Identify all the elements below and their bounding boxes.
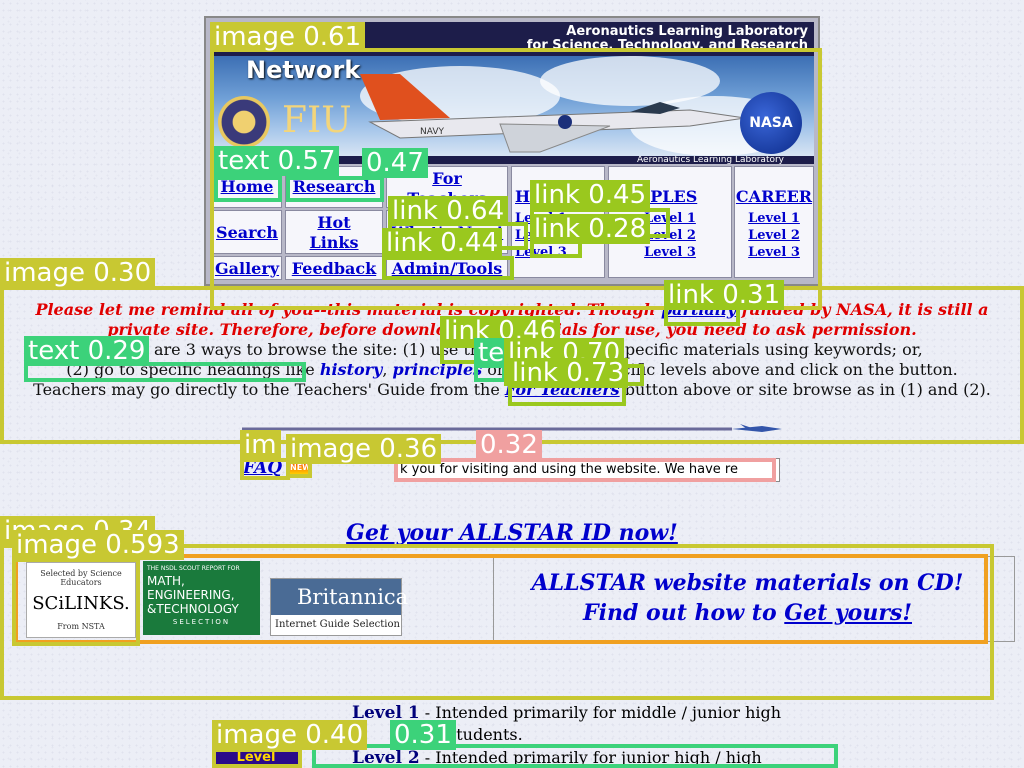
history-level2-link[interactable]: Level 2 xyxy=(515,227,604,244)
search-link[interactable]: search xyxy=(495,340,554,359)
banner-title-line1: Aeronautics Learning Laboratory xyxy=(566,24,808,39)
history-link[interactable]: history xyxy=(320,360,383,379)
nav-for-teachers-link[interactable]: For Teachers xyxy=(407,169,487,208)
nav-cell-home: Home xyxy=(212,166,282,208)
nav-cell-feedback: Feedback xyxy=(285,256,383,280)
nav-hot-links-line1: Hot xyxy=(317,213,351,232)
level1-continued: students. xyxy=(448,725,523,744)
browse-instructions: There are 3 ways to browse the site: (1)… xyxy=(33,340,991,399)
scilinks-top-text: Selected by Science Educators xyxy=(40,569,122,587)
principles-level2-link[interactable]: Level 2 xyxy=(609,227,731,244)
get-yours-link[interactable]: Get yours! xyxy=(784,600,912,626)
jet-plane-icon: NAVY xyxy=(360,74,746,153)
plane-label: NAVY xyxy=(420,127,444,137)
history-level3-link[interactable]: Level 3 xyxy=(515,244,604,261)
history-level1-link[interactable]: Level 1 xyxy=(515,210,604,227)
nav-career-link[interactable]: CAREER xyxy=(736,187,812,206)
banner-caption: Aeronautics Learning Laboratory xyxy=(210,156,814,164)
nav-for-teachers-line2: Teachers xyxy=(407,189,487,208)
nav-cell-hot-links: Hot Links xyxy=(285,210,383,254)
browse-line3-part2: button above or site browse as in (1) an… xyxy=(619,380,991,399)
browse-line1-part1: There are 3 ways to browse the site: (1)… xyxy=(101,340,495,359)
fiu-seal-icon xyxy=(218,96,270,148)
scilinks-bottom-text: From NSTA xyxy=(57,622,105,631)
allstar-id-link[interactable]: Get your ALLSTAR ID now! xyxy=(0,520,1024,546)
career-level1-link[interactable]: Level 1 xyxy=(735,210,813,227)
nsdl-top-text: THE NSDL SCOUT REPORT FOR xyxy=(147,565,240,572)
principles-link[interactable]: principles xyxy=(393,360,483,379)
browse-line1-part2: to find specific materials using keyword… xyxy=(554,340,923,359)
browse-line3-part1: Teachers may go directly to the Teachers… xyxy=(33,380,505,399)
career-level2-link[interactable]: Level 2 xyxy=(735,227,813,244)
career-level3-link[interactable]: Level 3 xyxy=(735,244,813,261)
level1-name: Level 1 xyxy=(352,703,420,723)
browse-line2-part2: or select the specific levels above and … xyxy=(482,360,958,379)
nav-gallery-link[interactable]: Gallery xyxy=(215,259,279,278)
levels-description: Level 1 - Intended primarily for middle … xyxy=(352,702,822,768)
scilinks-name: SCiLINKS. xyxy=(32,593,130,614)
copyright-warning-line2: private site. Therefore, before download… xyxy=(107,320,917,339)
nav-cell-whats-new: What's New! xyxy=(386,210,508,254)
nasa-logo: NASA xyxy=(740,92,802,154)
network-label: Network xyxy=(246,56,361,84)
browse-line2-part1: (2) go to specific headings like xyxy=(66,360,320,379)
nav-principles-link[interactable]: IPLES xyxy=(643,187,698,206)
nsdl-badge[interactable]: THE NSDL SCOUT REPORT FOR MATH, ENGINEER… xyxy=(143,561,260,635)
nav-cell-gallery: Gallery xyxy=(212,256,282,280)
britannica-subtitle: Internet Guide Selection xyxy=(275,619,400,630)
principles-level1-link[interactable]: Level 1 xyxy=(609,210,731,227)
nav-cell-history: H Level 1 Level 2 Level 3 xyxy=(511,166,605,278)
nav-research-link[interactable]: Research xyxy=(293,177,376,196)
nav-cell-career: CAREER Level 1 Level 2 Level 3 xyxy=(734,166,814,278)
nav-cell-principles: IPLES Level 1 Level 2 Level 3 xyxy=(608,166,732,278)
copyright-warning-part2: funded by NASA, it is still a xyxy=(736,300,989,319)
partially-link[interactable]: partially xyxy=(661,300,736,319)
copyright-warning: Please let me remind all of you--this ma… xyxy=(0,300,1024,340)
detection-tag: image 0.30 xyxy=(0,258,156,288)
nav-cell-for-teachers: For Teachers xyxy=(386,166,508,208)
nav-admin-tools-link[interactable]: Admin/Tools xyxy=(392,259,503,278)
fiu-logo: FIU xyxy=(282,100,352,141)
nav-cell-admin-tools: Admin/Tools xyxy=(386,256,508,280)
cd-promo: ALLSTAR website materials on CD! Find ou… xyxy=(500,568,995,628)
divider-plane-image xyxy=(242,424,782,432)
for-teachers-link[interactable]: For Teachers xyxy=(505,380,620,399)
britannica-badge[interactable]: Britannica Internet Guide Selection xyxy=(270,578,408,636)
detection-tag: 0.32 xyxy=(476,430,542,460)
detection-tag: image 0.40 xyxy=(212,720,368,750)
new-badge: NEW xyxy=(290,462,311,474)
nsdl-bottom-text: SELECTION xyxy=(172,618,231,626)
promo-divider xyxy=(493,556,494,642)
level-image: Level xyxy=(214,748,298,768)
nsdl-line3: &TECHNOLOGY xyxy=(147,602,239,616)
nav-feedback-link[interactable]: Feedback xyxy=(292,259,376,278)
nav-hot-links-link[interactable]: Hot Links xyxy=(309,213,358,252)
nav-search-link[interactable]: Search xyxy=(216,223,278,242)
nsdl-line1: MATH, xyxy=(147,574,185,588)
copyright-warning-part1: Please let me remind all of you--this ma… xyxy=(35,300,661,319)
nav-hot-links-line2: Links xyxy=(309,233,359,252)
cd-promo-line1: ALLSTAR website materials on CD! xyxy=(531,570,964,596)
level2-name: Level 2 xyxy=(352,748,420,768)
nav-home-link[interactable]: Home xyxy=(221,177,274,196)
nsdl-line2: ENGINEERING, xyxy=(147,588,235,602)
nav-history-link[interactable]: H xyxy=(515,187,530,206)
banner-title: Aeronautics Learning Laboratory for Scie… xyxy=(210,22,814,56)
banner-title-line2: for Science, Technology, and Research xyxy=(526,38,808,53)
principles-level3-link[interactable]: Level 3 xyxy=(609,244,731,261)
nav-for-teachers-line1: For xyxy=(432,169,462,188)
level2-text: - Intended primarily for junior high / h… xyxy=(419,748,762,767)
nav-whats-new-link[interactable]: What's New! xyxy=(391,223,503,242)
britannica-name: Britannica xyxy=(271,579,408,615)
welcome-marquee: k you for visiting and using the website… xyxy=(396,458,780,482)
banner-image: Network FIU NAVY NASA xyxy=(210,56,814,160)
nav-cell-research: Research xyxy=(285,166,383,208)
nav-cell-search: Search xyxy=(212,210,282,254)
scilinks-badge[interactable]: Selected by Science Educators SCiLINKS. … xyxy=(26,562,136,638)
faq-link[interactable]: FAQ xyxy=(243,458,282,478)
cd-promo-line2: Find out how to xyxy=(583,600,785,626)
detection-tag: im xyxy=(240,430,281,460)
copyright-notice: Please let me remind all of you--this ma… xyxy=(0,300,1024,400)
level1-text: - Intended primarily for middle / junior… xyxy=(419,703,782,722)
